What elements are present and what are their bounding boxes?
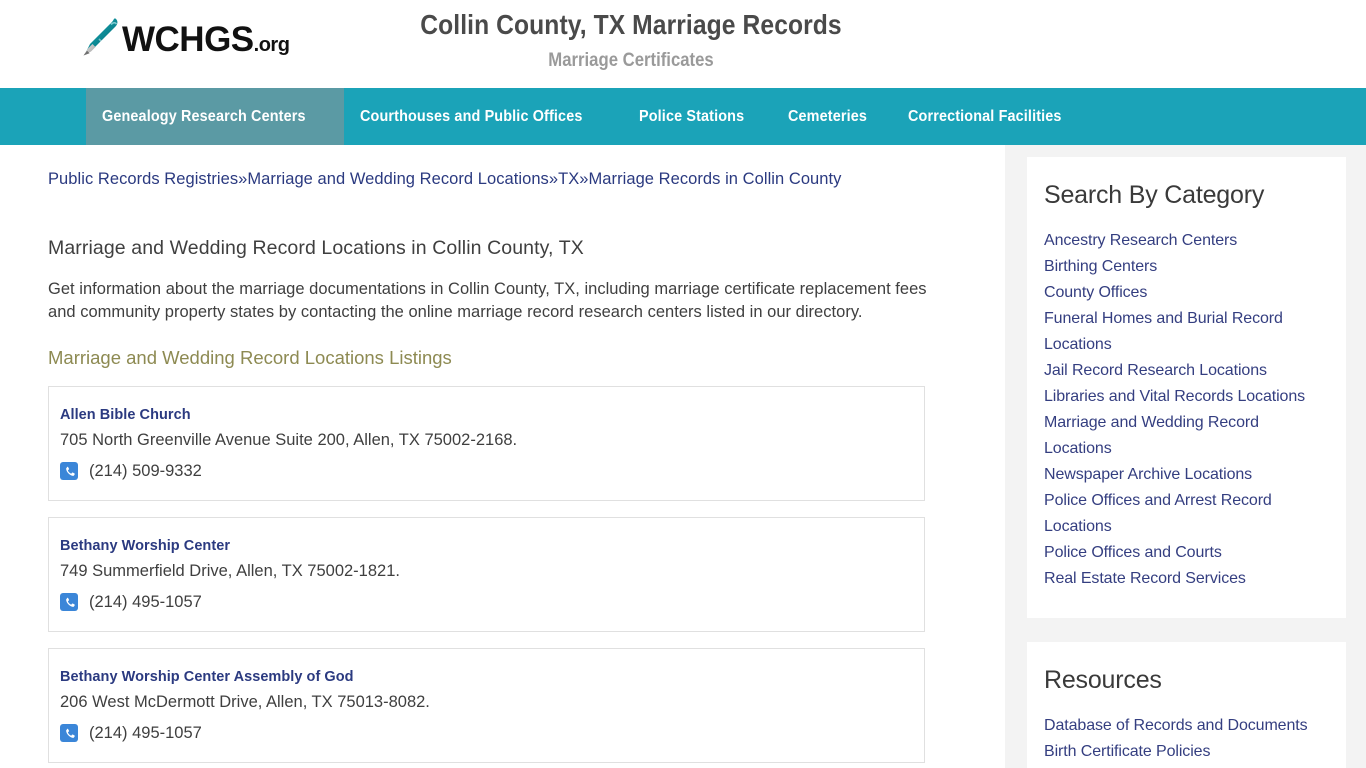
listing-address: 206 West McDermott Drive, Allen, TX 7501… xyxy=(60,693,430,711)
nav-item-cemeteries[interactable]: Cemeteries xyxy=(772,88,892,145)
listing-phone-row: (214) 509-9332 xyxy=(60,460,912,482)
breadcrumb-item-3[interactable]: TX xyxy=(558,170,579,188)
search-by-category-title: Search By Category xyxy=(1044,181,1265,209)
phone-icon xyxy=(60,462,78,480)
category-link[interactable]: Marriage and Wedding Record Locations xyxy=(1044,410,1326,462)
category-link[interactable]: Police Offices and Courts xyxy=(1044,540,1326,566)
nav-item-label: Cemeteries xyxy=(788,107,868,125)
listing-phone-row: (214) 495-1057 xyxy=(60,591,912,613)
header-titles: Collin County, TX Marriage Records Marri… xyxy=(0,4,1262,76)
main-content: Public Records Registries»Marriage and W… xyxy=(0,145,1005,768)
breadcrumb-item-2[interactable]: Marriage and Wedding Record Locations xyxy=(247,170,548,188)
breadcrumb-item-4[interactable]: Marriage Records in Collin County xyxy=(589,170,842,188)
sidebar: Search By Category Ancestry Research Cen… xyxy=(1005,145,1366,768)
category-link[interactable]: Birthing Centers xyxy=(1044,254,1326,280)
category-link[interactable]: Real Estate Record Services xyxy=(1044,566,1326,592)
breadcrumb-separator: » xyxy=(238,170,248,188)
category-link[interactable]: Libraries and Vital Records Locations xyxy=(1044,384,1326,410)
nav-item-label: Courthouses and Public Offices xyxy=(360,107,583,125)
nav-item-courthouses-and-public-offices[interactable]: Courthouses and Public Offices xyxy=(344,88,623,145)
category-link[interactable]: Police Offices and Arrest Record Locatio… xyxy=(1044,488,1326,540)
listing-name-link[interactable]: Bethany Worship Center xyxy=(60,538,230,554)
resources-links: Database of Records and Documents Birth C… xyxy=(1044,713,1326,768)
phone-icon xyxy=(60,593,78,611)
listing-phone-number: (214) 509-9332 xyxy=(89,462,202,480)
category-link[interactable]: Funeral Homes and Burial Record Location… xyxy=(1044,306,1326,358)
category-link[interactable]: County Offices xyxy=(1044,280,1326,306)
search-by-category-panel: Search By Category Ancestry Research Cen… xyxy=(1027,157,1346,618)
resource-link[interactable]: Birth Certificate Policies xyxy=(1044,739,1326,765)
listing-name-link[interactable]: Bethany Worship Center Assembly of God xyxy=(60,669,354,685)
listing-address: 749 Summerfield Drive, Allen, TX 75002-1… xyxy=(60,562,400,580)
breadcrumb-separator: » xyxy=(579,170,589,188)
page-body: Public Records Registries»Marriage and W… xyxy=(0,145,1366,768)
listings-container: Allen Bible Church 705 North Greenville A… xyxy=(48,386,1005,763)
nav-item-genealogy-research-centers[interactable]: Genealogy Research Centers xyxy=(86,88,345,145)
nav-item-label: Police Stations xyxy=(639,107,745,125)
nav-item-label: Correctional Facilities xyxy=(908,107,1062,125)
intro-paragraph: Get information about the marriage docum… xyxy=(48,280,927,321)
listing-card: Allen Bible Church 705 North Greenville A… xyxy=(48,386,925,501)
main-navigation: Genealogy Research Centers Courthouses an… xyxy=(0,88,1366,145)
category-link[interactable]: Ancestry Research Centers xyxy=(1044,228,1326,254)
phone-icon xyxy=(60,724,78,742)
breadcrumb-separator: » xyxy=(548,170,559,188)
nav-item-police-stations[interactable]: Police Stations xyxy=(623,88,772,145)
page-title: Collin County, TX Marriage Records xyxy=(420,9,842,40)
listing-phone-number: (214) 495-1057 xyxy=(89,593,202,611)
listing-phone-number: (214) 495-1057 xyxy=(89,724,202,742)
nav-item-correctional-facilities[interactable]: Correctional Facilities xyxy=(892,88,1095,145)
listing-name-link[interactable]: Allen Bible Church xyxy=(60,407,191,423)
category-links: Ancestry Research Centers Birthing Center… xyxy=(1044,228,1326,592)
resources-title: Resources xyxy=(1044,666,1162,694)
resources-panel: Resources Database of Records and Docume… xyxy=(1027,642,1346,768)
listings-heading: Marriage and Wedding Record Locations Li… xyxy=(48,347,452,368)
listing-card: Bethany Worship Center 749 Summerfield Dr… xyxy=(48,517,925,632)
nav-item-label: Genealogy Research Centers xyxy=(102,107,306,125)
site-header: WCHGS.org Collin County, TX Marriage Rec… xyxy=(0,0,1366,88)
listing-phone-row: (214) 495-1057 xyxy=(60,722,912,744)
listing-card: Bethany Worship Center Assembly of God 20… xyxy=(48,648,925,763)
breadcrumb: Public Records Registries»Marriage and W… xyxy=(48,145,1005,191)
resource-link[interactable]: Database of Records and Documents xyxy=(1044,713,1326,739)
page-subtitle: Marriage Certificates xyxy=(548,50,714,71)
breadcrumb-item-1[interactable]: Public Records Registries xyxy=(48,170,238,188)
category-link[interactable]: Newspaper Archive Locations xyxy=(1044,462,1326,488)
page-heading: Marriage and Wedding Record Locations in… xyxy=(48,237,584,259)
category-link[interactable]: Jail Record Research Locations xyxy=(1044,358,1326,384)
listing-address: 705 North Greenville Avenue Suite 200, A… xyxy=(60,431,518,449)
